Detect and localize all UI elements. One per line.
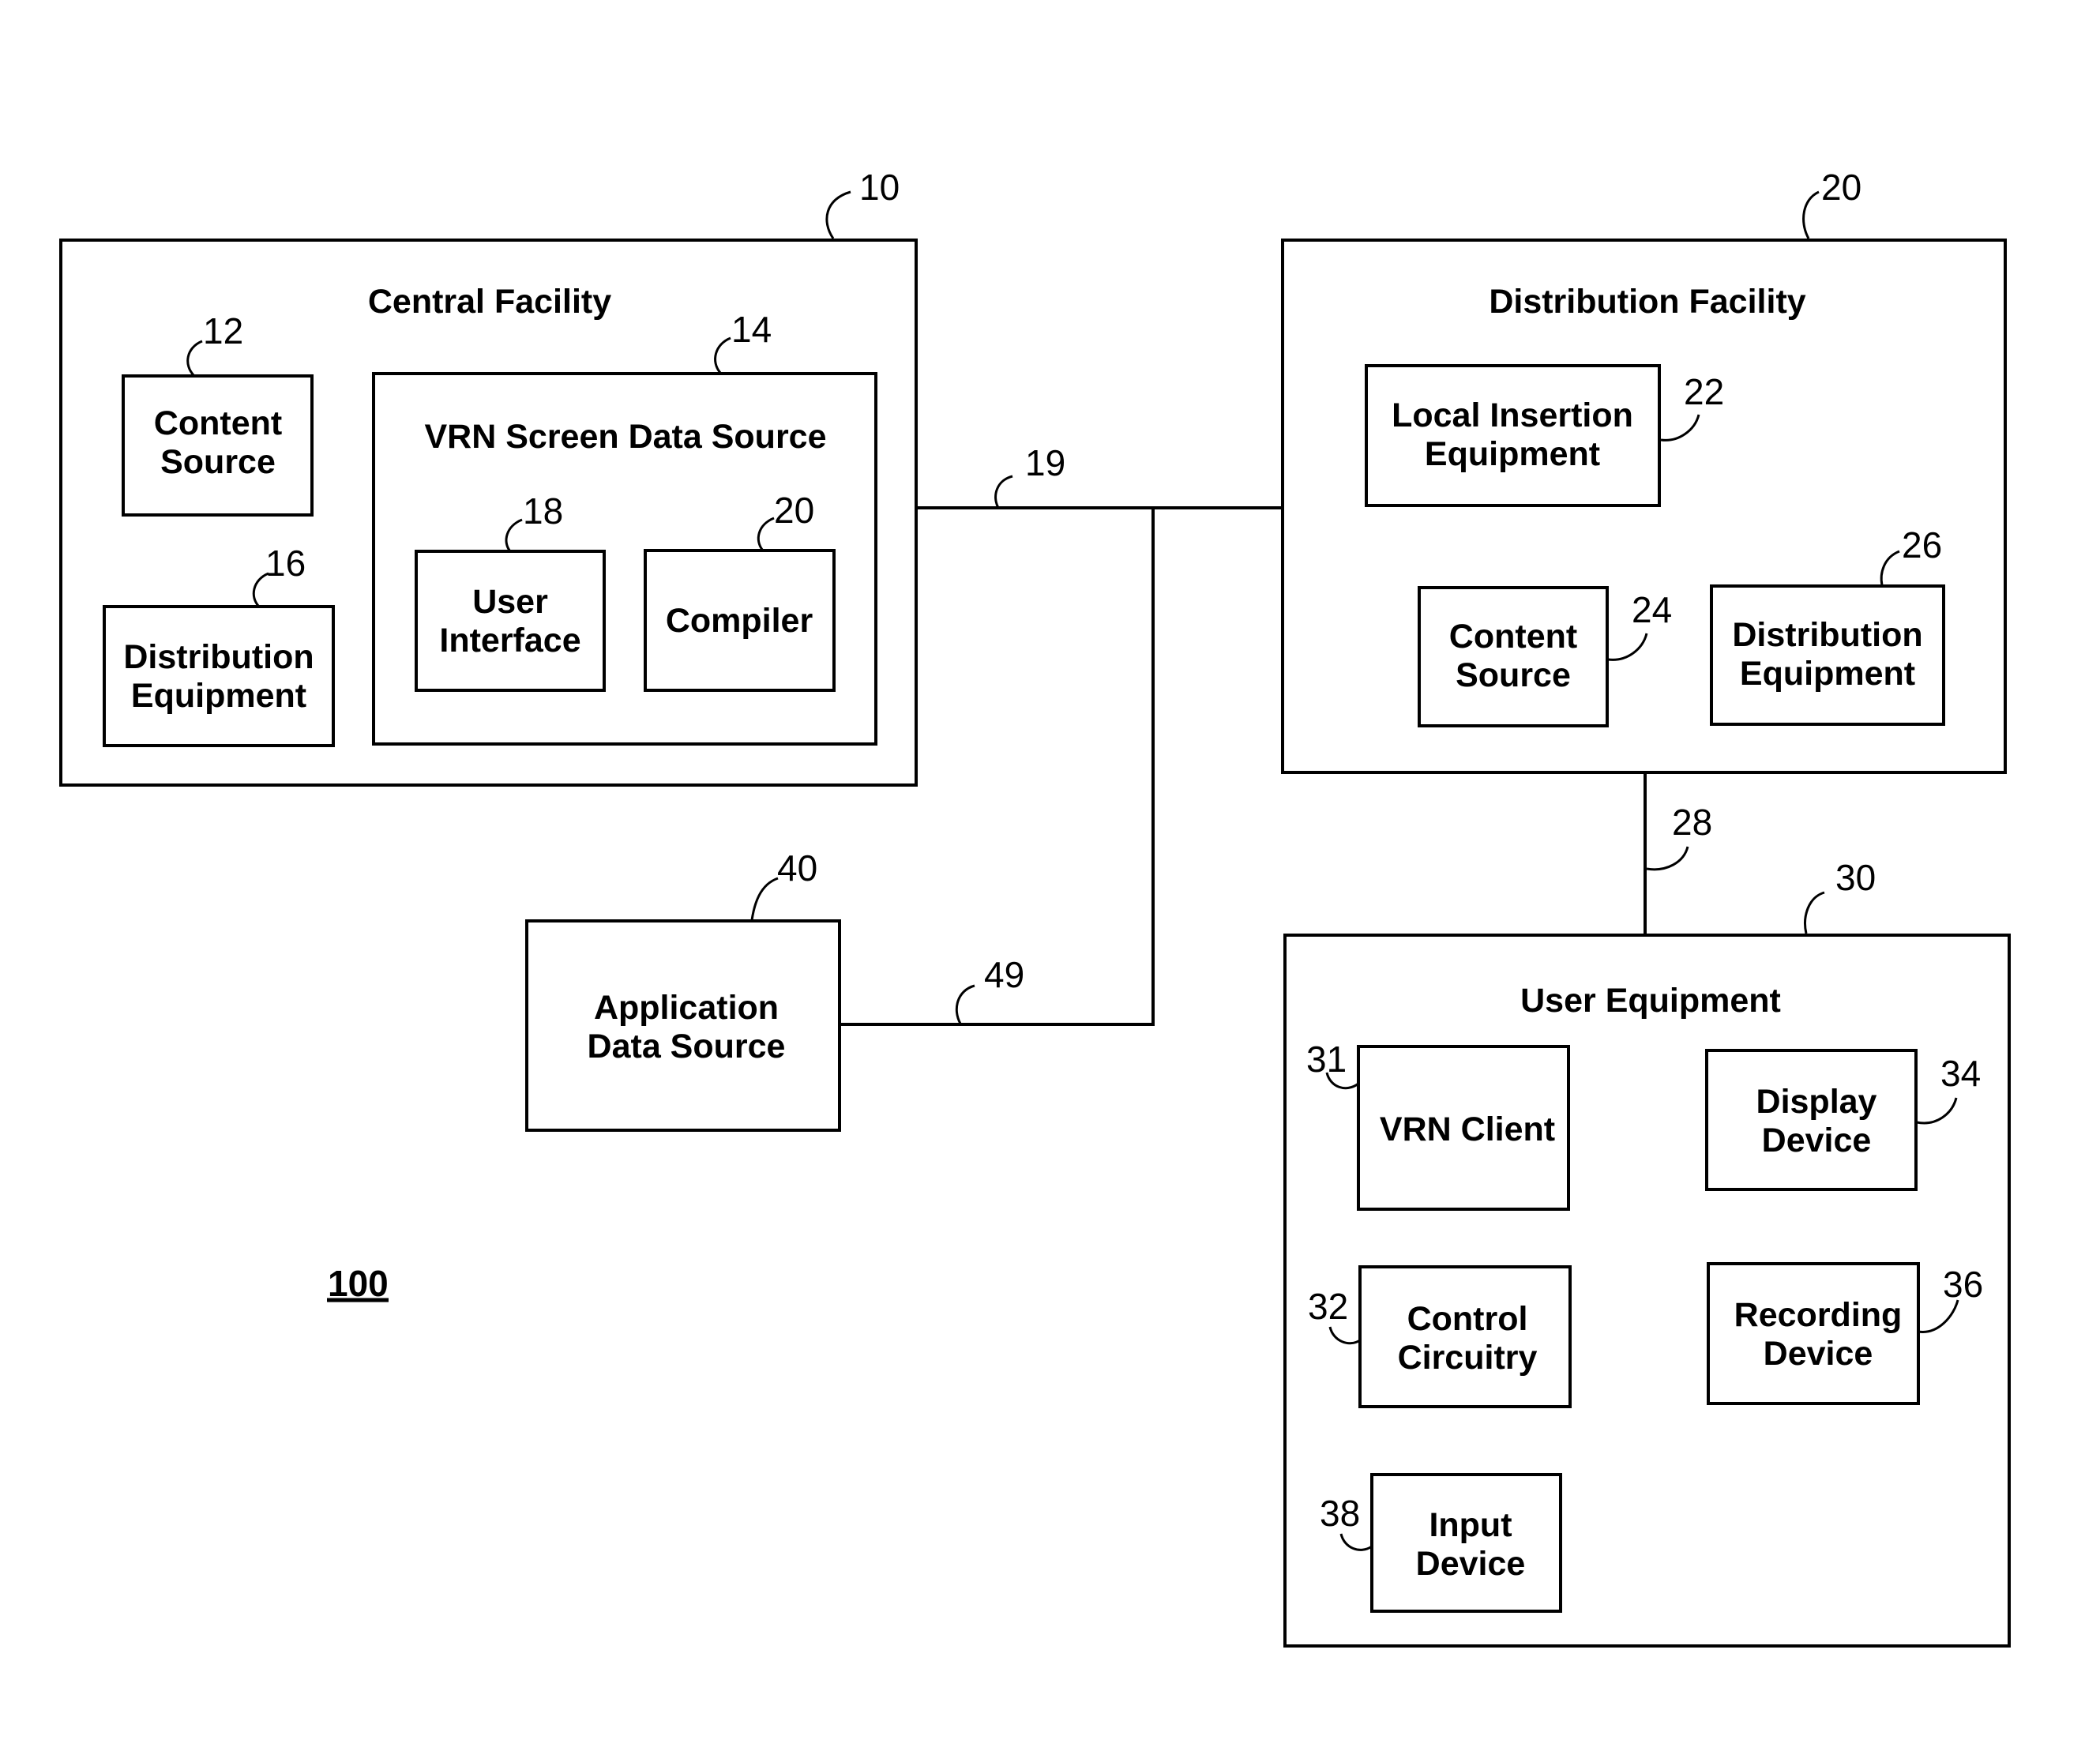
user-interface-ref: 18: [523, 490, 563, 532]
input-device-label-line-2: Device: [1416, 1545, 1526, 1583]
application-data-source-ref-leader: [750, 877, 779, 921]
application-data-source: Application Data Source 40: [525, 847, 841, 1132]
distribution-facility-ref-leader: [1802, 190, 1820, 239]
link-49-ref: 49: [984, 954, 1024, 995]
recording-device-label-line-2: Device: [1764, 1335, 1873, 1373]
vrn-screen-data-source-ref: 14: [731, 309, 772, 350]
central-facility-ref: 10: [859, 167, 900, 208]
recording-device-ref: 36: [1943, 1264, 1983, 1305]
link-19-ref-leader: [994, 475, 1013, 509]
cf-distribution-equipment-ref: 16: [265, 543, 306, 584]
compiler-ref: 20: [774, 490, 814, 531]
df-content-source-label-line-1: Content: [1449, 618, 1577, 656]
user-interface-label-line-2: Interface: [439, 622, 580, 659]
cf-distribution-equipment-box: [103, 605, 335, 747]
vrn-screen-data-source-title: VRN Screen Data Source: [424, 418, 826, 456]
central-facility-ref-leader: [825, 190, 851, 239]
display-device-label-line-1: Display: [1756, 1083, 1877, 1121]
cf-content-source-label-line-1: Content: [154, 404, 282, 442]
application-data-source-label-line-2: Data Source: [588, 1028, 786, 1065]
vrn-client-ref: 31: [1306, 1039, 1347, 1080]
input-device-label-line-1: Input: [1429, 1506, 1512, 1544]
local-insertion-equipment-ref: 22: [1684, 371, 1724, 412]
cf-distribution-equipment-label-line-1: Distribution: [123, 638, 314, 676]
distribution-facility: Distribution Facility 20 Local Insertion…: [1281, 167, 2007, 774]
control-circuitry-label-line-1: Control: [1407, 1300, 1528, 1338]
application-data-source-label-line-1: Application: [594, 989, 779, 1027]
user-equipment-title: User Equipment: [1520, 982, 1781, 1020]
local-insertion-equipment-label-line-1: Local Insertion: [1392, 396, 1633, 434]
user-equipment-ref: 30: [1835, 857, 1876, 898]
figure-number: 100: [328, 1263, 389, 1304]
link-19-ref: 19: [1025, 442, 1065, 483]
distribution-facility-ref: 20: [1821, 167, 1861, 208]
vrn-screen-data-source: VRN Screen Data Source 14 User Interface…: [372, 309, 877, 746]
link-49-ref-leader: [955, 984, 975, 1024]
df-content-source-ref: 24: [1632, 589, 1672, 630]
input-device-ref: 38: [1320, 1493, 1360, 1534]
df-distribution-equipment-ref: 26: [1902, 524, 1942, 566]
user-interface-label-line-1: User: [472, 583, 548, 621]
display-device-ref: 34: [1940, 1053, 1981, 1094]
vrn-client-label: VRN Client: [1380, 1110, 1555, 1148]
df-distribution-equipment-label-line-1: Distribution: [1732, 616, 1922, 654]
user-interface-box: [415, 550, 606, 692]
application-data-source-ref: 40: [777, 847, 817, 889]
df-distribution-equipment-label-line-2: Equipment: [1740, 655, 1915, 693]
control-circuitry-ref: 32: [1308, 1286, 1348, 1327]
compiler-label: Compiler: [666, 602, 813, 640]
distribution-facility-title: Distribution Facility: [1489, 283, 1805, 321]
df-content-source-label-line-2: Source: [1456, 656, 1571, 694]
cf-distribution-equipment-label-line-2: Equipment: [131, 677, 306, 715]
recording-device-label-line-1: Recording: [1734, 1296, 1903, 1334]
cf-content-source-label-line-2: Source: [160, 443, 276, 481]
display-device-label-line-2: Device: [1762, 1122, 1872, 1159]
local-insertion-equipment-label-line-2: Equipment: [1425, 435, 1600, 473]
control-circuitry-label-line-2: Circuitry: [1398, 1339, 1538, 1377]
user-equipment-ref-leader: [1804, 891, 1825, 934]
cf-content-source-ref: 12: [203, 310, 243, 351]
link-28-ref: 28: [1672, 802, 1712, 843]
user-equipment: User Equipment 30 VRN Client 31 Control …: [1283, 857, 2011, 1648]
central-facility: Central Facility 10 Content Source 12 Di…: [59, 167, 918, 787]
system-block-diagram: Central Facility 10 Content Source 12 Di…: [59, 167, 2011, 1648]
central-facility-title: Central Facility: [368, 283, 611, 321]
link-28-ref-leader: [1646, 846, 1689, 871]
